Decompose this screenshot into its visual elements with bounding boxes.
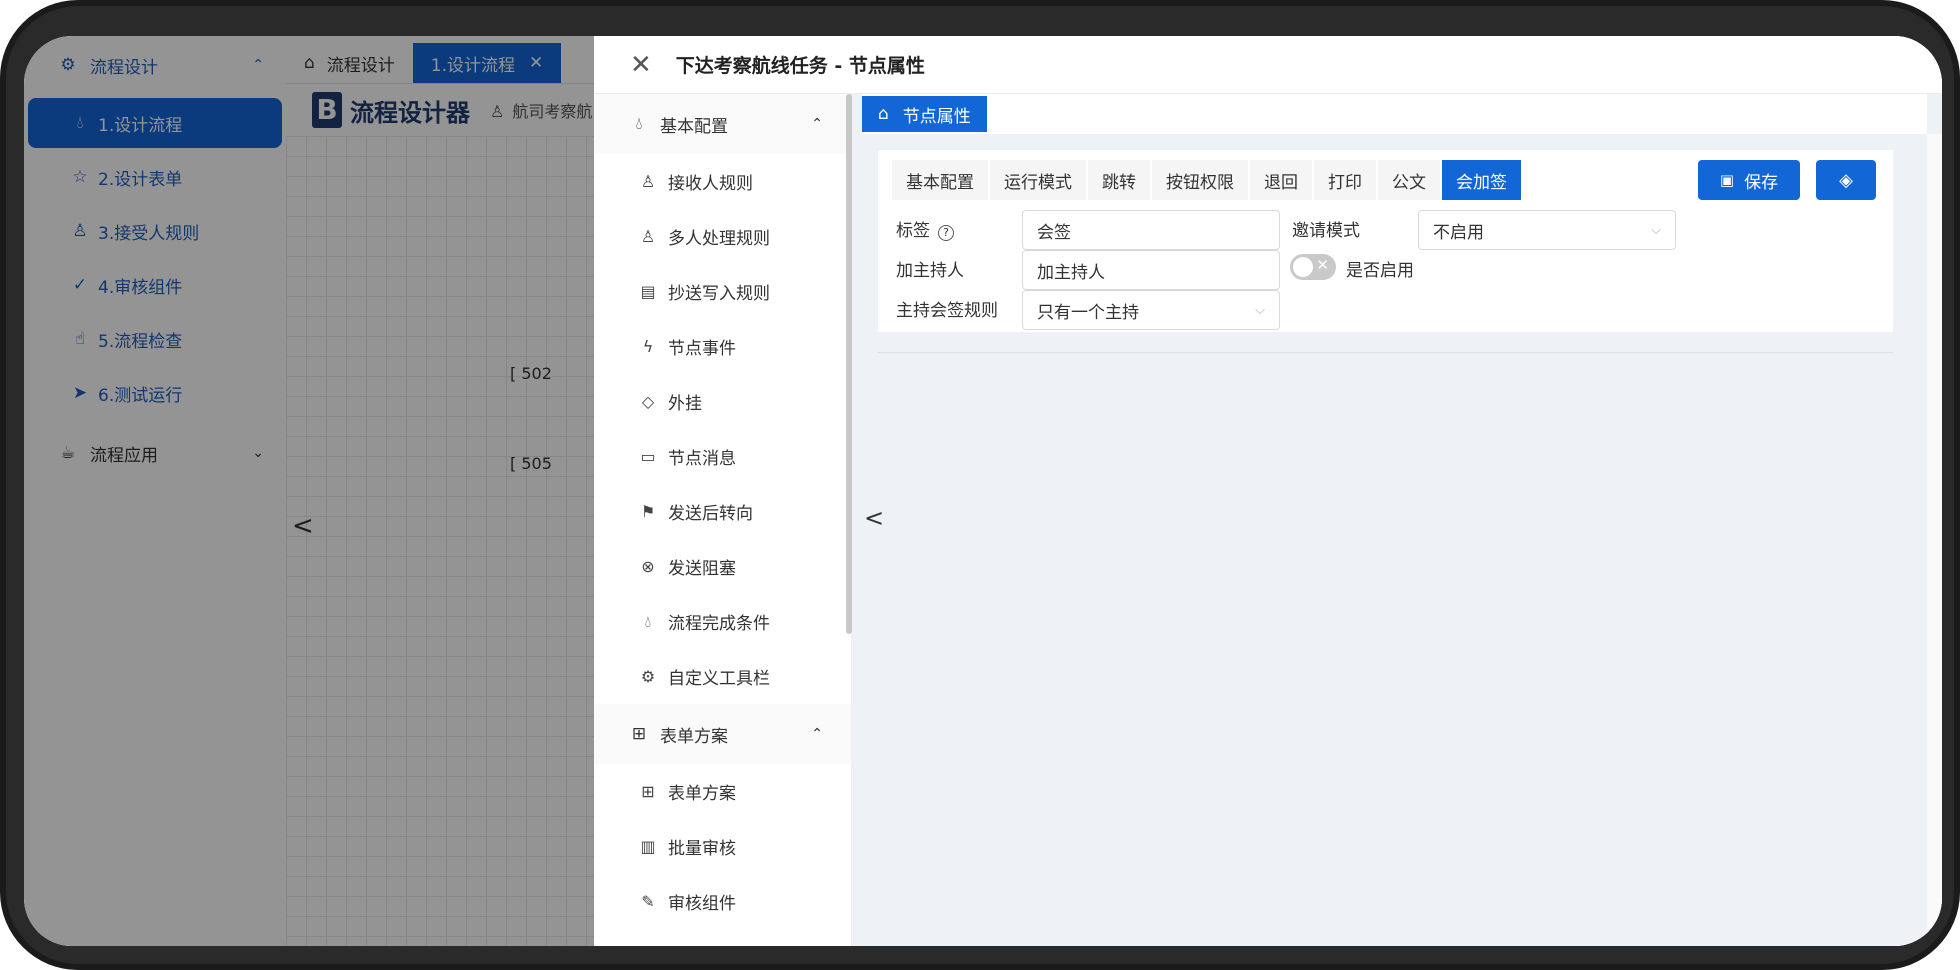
menu-item-cc-rule[interactable]: ▤ 抄送写入规则: [594, 264, 851, 319]
menu-item-label: 节点消息: [668, 449, 736, 469]
help-icon[interactable]: ?: [938, 225, 954, 241]
message-icon: ▭: [640, 447, 656, 466]
drawer-header: ✕ 下达考察航线任务 - 节点属性: [594, 36, 1942, 94]
grid-icon: ⊞: [631, 724, 647, 744]
layers-icon: ◈: [1839, 169, 1853, 191]
toggle-knob: [1293, 257, 1313, 277]
breadcrumb-label: 节点属性: [902, 106, 971, 127]
save-icon: ▣: [1719, 171, 1735, 189]
menu-item-label: 接收人规则: [668, 174, 753, 194]
menu-item-batch-audit[interactable]: ▥ 批量审核: [594, 819, 851, 874]
menu-item-label: 外挂: [668, 394, 702, 414]
menu-item-node-message[interactable]: ▭ 节点消息: [594, 429, 851, 484]
save-label: 保存: [1744, 172, 1779, 193]
edit-icon: ✎: [641, 892, 655, 911]
tab-run-mode[interactable]: 运行模式: [990, 160, 1086, 200]
menu-item-label: 表单方案: [668, 784, 736, 804]
chevron-left-icon[interactable]: <: [864, 504, 884, 532]
menu-item-audit-component[interactable]: ✎ 审核组件: [594, 874, 851, 929]
signpost-icon: ⚑: [640, 502, 656, 521]
chevron-up-icon: ⌃: [811, 726, 823, 742]
menu-item-receiver-rule[interactable]: ♙ 接收人规则: [594, 154, 851, 209]
close-icon[interactable]: ✕: [630, 50, 652, 80]
menu-item-custom-toolbar[interactable]: ⚙ 自定义工具栏: [594, 649, 851, 704]
breadcrumb-node-property[interactable]: ⌂ 节点属性: [862, 96, 987, 132]
close-icon: ✕: [1316, 256, 1329, 274]
node-property-drawer: ✕ 下达考察航线任务 - 节点属性 💧︎ 基本配置 ⌃ ♙ 接收人规则 ♙ 多人处理…: [594, 36, 1942, 946]
tag-field-label: 标签?: [896, 216, 954, 241]
tab-print[interactable]: 打印: [1314, 160, 1376, 200]
layers-button[interactable]: ◈: [1816, 160, 1876, 200]
tag-icon: ◇: [641, 392, 655, 411]
divider: [878, 352, 1893, 353]
breadcrumb: ⌂ 节点属性: [862, 94, 1927, 134]
menu-item-label: 发送后转向: [668, 504, 753, 524]
menu-item-form-plan[interactable]: ⊞ 表单方案: [594, 764, 851, 819]
batch-icon: ▥: [640, 837, 656, 856]
modal-overlay[interactable]: [24, 36, 594, 946]
enable-toggle[interactable]: ✕: [1290, 254, 1336, 280]
host-label: 加主持人: [896, 261, 964, 281]
close-circle-icon: ⊗: [641, 557, 655, 576]
menu-item-label: 多人处理规则: [668, 229, 770, 249]
select-value: 只有一个主持: [1037, 302, 1139, 323]
drop-icon: 💧︎: [644, 611, 652, 631]
tab-button-permission[interactable]: 按钮权限: [1152, 160, 1248, 200]
tab-jump[interactable]: 跳转: [1088, 160, 1150, 200]
menu-item-label: 流程完成条件: [668, 614, 770, 634]
user-icon: ♙: [640, 172, 656, 191]
drawer-body: < ⌂ 节点属性 基本配置 运行模式 跳转 按钮权限 退回 打印 公文 会加签 …: [852, 94, 1942, 946]
menu-group-label: 表单方案: [660, 726, 728, 747]
save-button[interactable]: ▣ 保存: [1698, 160, 1800, 200]
home-icon: ⌂: [878, 104, 889, 124]
menu-item-plugin[interactable]: ◇ 外挂: [594, 374, 851, 429]
menu-item-node-event[interactable]: ϟ 节点事件: [594, 319, 851, 374]
select-value: 不启用: [1433, 222, 1484, 243]
menu-group-form[interactable]: ⊞ 表单方案 ⌃: [594, 704, 851, 764]
menu-item-send-block[interactable]: ⊗ 发送阻塞: [594, 539, 851, 594]
tab-document[interactable]: 公文: [1378, 160, 1440, 200]
menu-item-after-send[interactable]: ⚑ 发送后转向: [594, 484, 851, 539]
device-bezel: ⚙ 流程设计 ⌃ 💧︎ 1.设计流程 ☆ 2.设计表单 ♙ 3.接受人规则 ✓ …: [6, 6, 1954, 964]
menu-item-label: 抄送写入规则: [668, 284, 770, 304]
drop-icon: 💧︎: [635, 114, 643, 134]
body-scrollbar[interactable]: [1927, 134, 1942, 946]
menu-item-multi-handle[interactable]: ♙ 多人处理规则: [594, 209, 851, 264]
menu-item-label: 节点事件: [668, 339, 736, 359]
host-rule-select[interactable]: 只有一个主持 ⌵: [1022, 290, 1280, 330]
menu-item-label: 自定义工具栏: [668, 669, 770, 689]
gear-icon: ⚙: [640, 667, 656, 686]
field-label: 标签: [896, 221, 930, 241]
tab-return[interactable]: 退回: [1250, 160, 1312, 200]
invite-mode-label: 邀请模式: [1292, 221, 1360, 241]
panel-tabs: 基本配置 运行模式 跳转 按钮权限 退回 打印 公文 会加签: [892, 160, 1523, 200]
menu-item-label: 批量审核: [668, 839, 736, 859]
enable-label: 是否启用: [1346, 261, 1414, 281]
property-panel: 基本配置 运行模式 跳转 按钮权限 退回 打印 公文 会加签 ▣ 保存 ◈ 标签…: [878, 150, 1893, 332]
invite-mode-select[interactable]: 不启用 ⌵: [1418, 210, 1676, 250]
menu-item-label: 审核组件: [668, 894, 736, 914]
rule-label: 主持会签规则: [896, 301, 998, 321]
device-frame: ⚙ 流程设计 ⌃ 💧︎ 1.设计流程 ☆ 2.设计表单 ♙ 3.接受人规则 ✓ …: [0, 0, 1960, 970]
chevron-down-icon: ⌵: [1651, 222, 1661, 238]
menu-item-complete-condition[interactable]: 💧︎ 流程完成条件: [594, 594, 851, 649]
lightning-icon: ϟ: [642, 337, 654, 356]
screen: ⚙ 流程设计 ⌃ 💧︎ 1.设计流程 ☆ 2.设计表单 ♙ 3.接受人规则 ✓ …: [24, 36, 1942, 946]
users-icon: ♙: [640, 227, 656, 246]
tab-basic-config[interactable]: 基本配置: [892, 160, 988, 200]
host-input[interactable]: 加主持人: [1022, 250, 1280, 290]
book-icon: ▤: [640, 282, 656, 301]
chevron-up-icon: ⌃: [811, 116, 823, 132]
drawer-title: 下达考察航线任务 - 节点属性: [675, 55, 925, 77]
drawer-menu: 💧︎ 基本配置 ⌃ ♙ 接收人规则 ♙ 多人处理规则 ▤ 抄送写入规则 ϟ 节点事件 ◇…: [594, 94, 852, 946]
menu-group-label: 基本配置: [660, 116, 728, 137]
menu-group-basic[interactable]: 💧︎ 基本配置 ⌃: [594, 94, 851, 154]
chevron-down-icon: ⌵: [1255, 302, 1265, 318]
tab-countersign[interactable]: 会加签: [1442, 160, 1521, 200]
tag-input[interactable]: 会签: [1022, 210, 1280, 250]
grid-icon: ⊞: [641, 782, 655, 801]
menu-item-label: 发送阻塞: [668, 559, 736, 579]
